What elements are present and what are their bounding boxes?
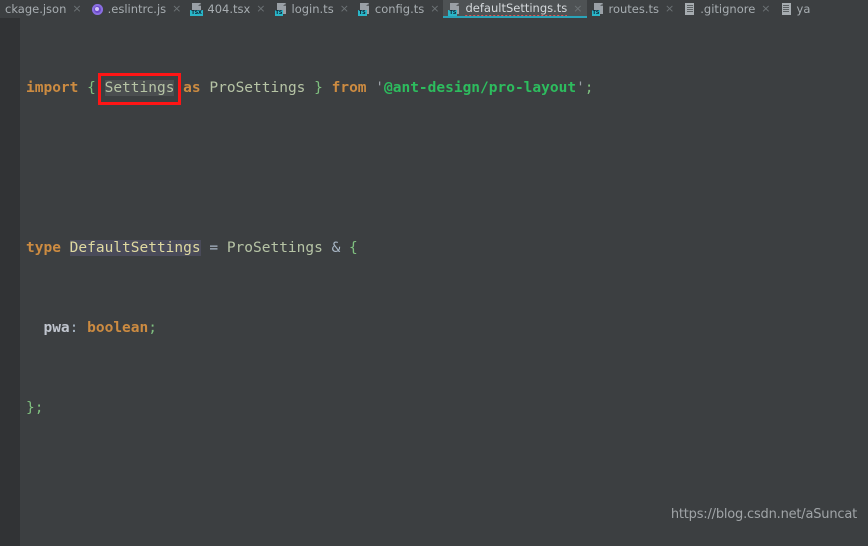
code-line[interactable]: import { Settings as ProSettings } from … xyxy=(0,78,868,98)
eslint-circle-icon xyxy=(91,3,104,16)
code-editor[interactable]: import { Settings as ProSettings } from … xyxy=(0,18,868,546)
editor-tab-login-ts[interactable]: TS login.ts × xyxy=(270,0,353,18)
token-brace-open: { xyxy=(349,240,358,256)
document-icon xyxy=(683,2,696,16)
token-semicolon: ; xyxy=(584,80,594,96)
code-line[interactable]: type DefaultSettings = ProSettings & { xyxy=(0,238,868,258)
ts-file-icon: TS xyxy=(357,2,371,16)
token-keyword-as: as xyxy=(183,80,201,96)
tab-close-icon[interactable]: × xyxy=(665,0,674,18)
token-keyword-type: type xyxy=(26,240,61,256)
editor-tab-bar: ckage.json × .eslintrc.js × TSX 404.tsx × TS log… xyxy=(0,0,868,18)
editor-tab-ckage-json[interactable]: ckage.json × xyxy=(0,0,86,18)
tab-close-icon[interactable]: × xyxy=(430,0,439,18)
editor-tab-defaultsettings-ts[interactable]: TS defaultSettings.ts × xyxy=(443,0,587,18)
tab-close-icon[interactable]: × xyxy=(761,0,770,18)
token-equals: = xyxy=(200,240,227,256)
file-type-badge: TSX xyxy=(190,9,203,16)
token-colon: : xyxy=(69,320,88,336)
token-type-boolean: boolean xyxy=(87,320,149,336)
file-type-badge: TS xyxy=(448,9,458,16)
token-brace-close: } xyxy=(314,80,323,96)
code-line[interactable]: pwa: boolean; xyxy=(0,318,868,338)
editor-tab-label: login.ts xyxy=(291,2,334,16)
file-type-badge: TS xyxy=(591,9,601,16)
token-intersect: & xyxy=(322,240,350,256)
code-line[interactable]: }; xyxy=(0,398,868,418)
tab-close-icon[interactable]: × xyxy=(340,0,349,18)
editor-tab-gitignore[interactable]: .gitignore × xyxy=(678,0,774,18)
tab-close-icon[interactable]: × xyxy=(172,0,181,18)
editor-tab-label: routes.ts xyxy=(608,2,660,16)
editor-tab-label: ya xyxy=(796,2,811,16)
editor-tab-ya[interactable]: ya xyxy=(775,0,815,18)
editor-tab-label: config.ts xyxy=(374,2,425,16)
token-key-pwa: pwa xyxy=(43,320,70,336)
token-prosettings-type: ProSettings xyxy=(209,80,306,96)
editor-tab-config-ts[interactable]: TS config.ts × xyxy=(353,0,444,18)
editor-tab-label: 404.tsx xyxy=(207,2,251,16)
file-type-badge: TS xyxy=(274,9,284,16)
token-module-path: @ant-design/pro-layout xyxy=(384,80,577,96)
file-type-badge: TS xyxy=(357,9,367,16)
editor-tab-label: .gitignore xyxy=(700,2,756,16)
token-keyword-import: import xyxy=(26,80,79,96)
code-content[interactable]: import { Settings as ProSettings } from … xyxy=(0,18,868,546)
editor-tab-label: ckage.json xyxy=(5,2,67,16)
token-brace-open: { xyxy=(87,80,96,96)
ts-file-icon: TS xyxy=(448,2,461,16)
tsx-file-icon: TSX xyxy=(190,2,203,16)
token-quote: ' xyxy=(375,80,384,96)
tab-close-icon[interactable]: × xyxy=(72,0,81,18)
token-prosettings-type: ProSettings xyxy=(226,240,323,256)
token-settings: Settings xyxy=(104,80,175,96)
code-line-blank[interactable] xyxy=(0,478,868,498)
tab-close-icon[interactable]: × xyxy=(256,0,265,18)
editor-tab-label: .eslintrc.js xyxy=(107,2,167,16)
document-icon xyxy=(780,2,793,16)
token-keyword-from: from xyxy=(331,80,367,96)
editor-tab-routes-ts[interactable]: TS routes.ts × xyxy=(587,0,679,18)
ts-file-icon: TS xyxy=(274,2,288,16)
token-brace-close: }; xyxy=(26,400,44,416)
ts-file-icon: TS xyxy=(591,2,605,16)
watermark-text: https://blog.csdn.net/aSuncat xyxy=(670,507,857,522)
editor-tab-eslintrc-js[interactable]: .eslintrc.js × xyxy=(86,0,186,18)
ide-window: ckage.json × .eslintrc.js × TSX 404.tsx × TS log… xyxy=(0,0,868,546)
code-line-blank[interactable] xyxy=(0,158,868,178)
editor-tab-404-tsx[interactable]: TSX 404.tsx × xyxy=(185,0,269,18)
token-semicolon: ; xyxy=(148,320,157,336)
token-defaultsettings: DefaultSettings xyxy=(69,240,201,256)
token-quote: ' xyxy=(576,80,585,96)
